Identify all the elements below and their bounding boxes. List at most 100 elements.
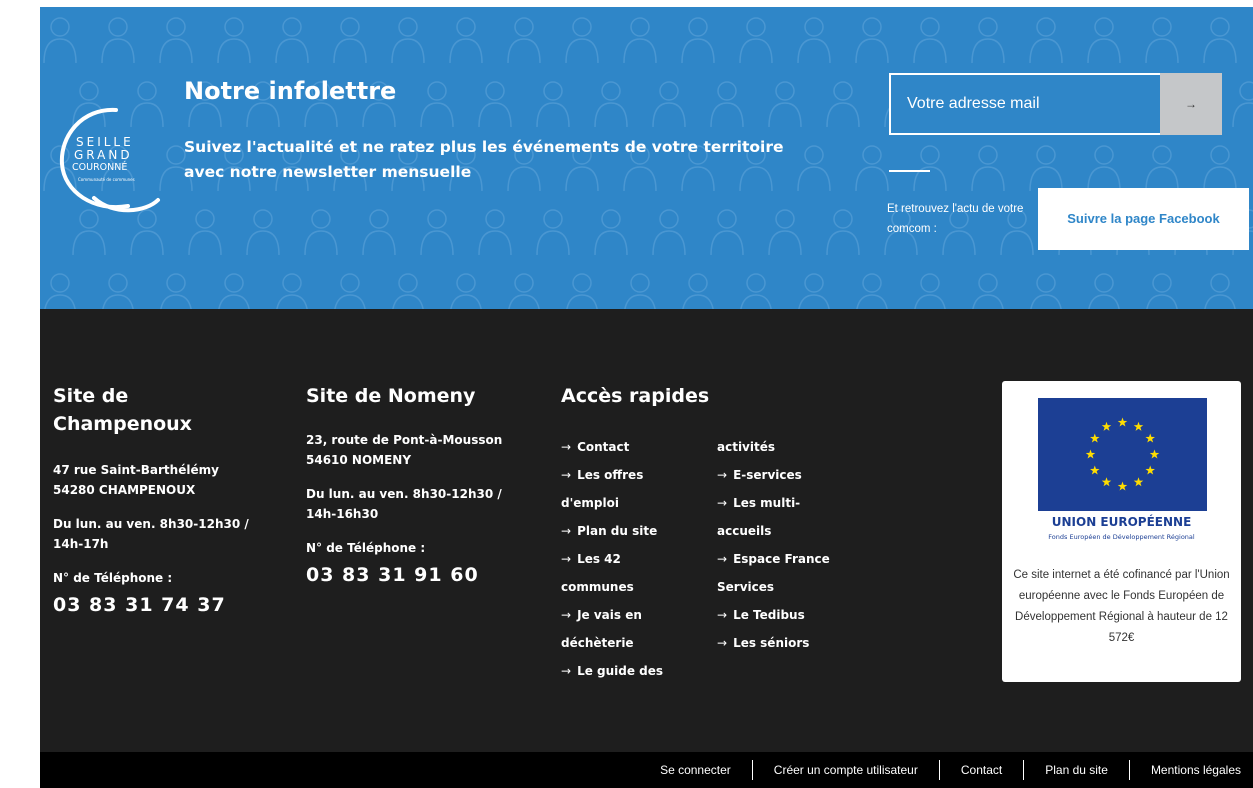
pattern-person-head [340, 273, 360, 293]
link-espace-france-services[interactable]: → Espace France [717, 545, 867, 573]
link-offres-emploi[interactable]: → Les offres [561, 461, 701, 489]
pattern-person-head [804, 273, 824, 293]
pattern-person-body [362, 102, 396, 128]
pattern-person-head [833, 209, 853, 229]
nomeny-phone[interactable]: 03 83 31 91 60 [306, 564, 516, 586]
logo-text-grand: GRAND [74, 148, 133, 162]
pattern-person-head [775, 209, 795, 229]
pattern-person-head [311, 209, 331, 229]
pattern-person-head [485, 81, 505, 101]
facebook-prompt: Et retrouvez l'actu de votre comcom : [887, 203, 1024, 235]
link-multi-accueils[interactable]: → Les multi- [717, 489, 867, 517]
facebook-page-button[interactable]: Suivre la page Facebook [1038, 188, 1249, 250]
pattern-person-head [224, 17, 244, 37]
link-tedibus[interactable]: → Le Tedibus [717, 601, 867, 629]
champenoux-phone[interactable]: 03 83 31 74 37 [53, 594, 263, 616]
pattern-person-head [1036, 17, 1056, 37]
nomeny-address-line2: 54610 NOMENY [306, 453, 412, 467]
pattern-person-body [276, 294, 308, 309]
pattern-person-body [710, 102, 744, 128]
legal-notice-link[interactable]: Mentions légales [1130, 763, 1241, 777]
champenoux-title: Site de Champenoux [53, 385, 192, 435]
pattern-person-body [246, 230, 280, 256]
pattern-person-body [72, 230, 106, 256]
link-e-services[interactable]: → E-services [717, 461, 867, 489]
pattern-person-body [768, 230, 802, 256]
bottom-bar: Se connecter Créer un compte utilisateur… [40, 752, 1253, 788]
pattern-person-body [536, 230, 570, 256]
pattern-person-body [652, 102, 686, 128]
pattern-person-body [855, 166, 889, 192]
newsletter-description: Suivez l'actualité et ne ratez plus les … [184, 138, 784, 181]
pattern-person-head [978, 17, 998, 37]
pattern-person-head [688, 273, 708, 293]
arrow-right-icon: → [717, 608, 728, 622]
pattern-person-body [188, 102, 222, 128]
link-plan-du-site[interactable]: → Plan du site [561, 517, 701, 545]
pattern-person-body [420, 230, 454, 256]
pattern-person-head [659, 81, 679, 101]
pattern-person-head [978, 145, 998, 165]
pattern-person-body [1146, 294, 1178, 309]
link-seniors[interactable]: → Les séniors [717, 629, 867, 657]
pattern-person-body [594, 102, 628, 128]
pattern-person-head [1210, 17, 1230, 37]
champenoux-hours: Du lun. au ven. 8h30-12h30 / 14h-17h [53, 517, 249, 551]
newsletter-submit-button[interactable]: → [1160, 73, 1222, 135]
pattern-person-body [566, 294, 598, 309]
pattern-person-head [166, 145, 186, 165]
link-decheterie[interactable]: → Je vais en [561, 601, 701, 629]
pattern-person-body [507, 38, 541, 64]
link-guide-activites-cont[interactable]: activités [717, 433, 867, 461]
pattern-person-body [914, 294, 946, 309]
pattern-person-body [536, 102, 570, 128]
link-multi-accueils-cont[interactable]: accueils [717, 517, 867, 545]
pattern-person-head [1036, 273, 1056, 293]
link-offres-emploi-cont[interactable]: d'emploi [561, 489, 701, 517]
create-account-link[interactable]: Créer un compte utilisateur [753, 763, 939, 777]
pattern-person-head [833, 81, 853, 101]
pattern-person-body [44, 294, 76, 309]
champenoux-address-line2: 54280 CHAMPENOUX [53, 483, 196, 497]
quick-access: Accès rapides [561, 382, 709, 410]
footer: Site de Champenoux 47 rue Saint-Barthélé… [40, 309, 1253, 752]
pattern-person-head [50, 273, 70, 293]
link-42-communes-cont[interactable]: communes [561, 573, 701, 601]
pattern-person-head [1152, 145, 1172, 165]
pattern-person-body [275, 38, 309, 64]
pattern-person-head [398, 273, 418, 293]
link-espace-france-services-cont[interactable]: Services [717, 573, 867, 601]
pattern-person-body [160, 294, 192, 309]
pattern-person-head [862, 145, 882, 165]
link-contact[interactable]: → Contact [561, 433, 701, 461]
pattern-person-head [630, 273, 650, 293]
contact-link[interactable]: Contact [940, 763, 1023, 777]
pattern-person-body [797, 38, 831, 64]
sitemap-link[interactable]: Plan du site [1024, 763, 1129, 777]
pattern-person-body [710, 230, 744, 256]
pattern-person-head [166, 17, 186, 37]
email-input[interactable] [889, 73, 1162, 135]
link-guide-activites[interactable]: → Le guide des [561, 657, 701, 685]
pattern-person-head [427, 209, 447, 229]
pattern-person-head [195, 209, 215, 229]
pattern-person-head [659, 209, 679, 229]
pattern-person-body [1232, 102, 1253, 128]
login-link[interactable]: Se connecter [639, 763, 752, 777]
link-42-communes[interactable]: → Les 42 [561, 545, 701, 573]
pattern-person-body [246, 102, 280, 128]
link-decheterie-cont[interactable]: déchèterie [561, 629, 701, 657]
pattern-person-body [130, 230, 164, 256]
arrow-right-icon: → [561, 552, 572, 566]
newsletter-title: Notre infolettre [184, 77, 397, 105]
pattern-person-body [826, 230, 860, 256]
logo-text-couronne: COURONNÉ [72, 162, 128, 173]
site-nomeny: Site de Nomeny 23, route de Pont-à-Mouss… [306, 382, 516, 586]
pattern-person-body [478, 230, 512, 256]
eu-title: UNION EUROPÉENNE [1051, 515, 1192, 529]
pattern-person-body [682, 294, 714, 309]
arrow-right-icon: → [717, 496, 728, 510]
pattern-person-head [543, 81, 563, 101]
pattern-person-body [739, 38, 773, 64]
seille-grand-couronne-logo[interactable]: SEILLE GRAND COURONNÉ Communauté de comm… [54, 100, 164, 216]
